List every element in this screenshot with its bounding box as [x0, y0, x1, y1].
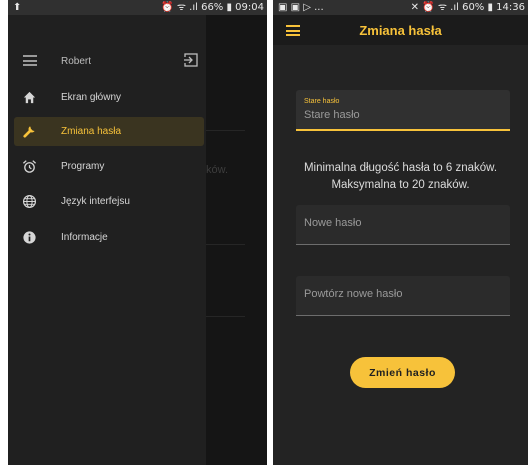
left-screen: ⬆ ⏰ ᯤ .ıl 66% ▮ 09:04 ków. Robert Ekran …: [8, 0, 267, 465]
repeat-password-input[interactable]: [304, 288, 499, 300]
drawer-item-home[interactable]: Ekran główny: [14, 83, 204, 112]
navigation-drawer: Robert Ekran główny Zmiana hasła Program…: [8, 15, 206, 465]
old-password-input[interactable]: [304, 109, 499, 121]
status-bar: ⬆ ⏰ ᯤ .ıl 66% ▮ 09:04: [8, 0, 267, 15]
user-name: Robert: [61, 56, 92, 67]
new-password-input[interactable]: [304, 217, 499, 229]
status-right: ✕ ⏰ ᯤ .ıl 60% ▮ 14:36: [410, 2, 525, 13]
drawer-item-label: Programy: [61, 161, 105, 172]
hint-line-max: Maksymalna to 20 znaków.: [331, 179, 470, 191]
change-password-button[interactable]: Zmień hasło: [350, 357, 455, 388]
dimmed-text: ków.: [206, 164, 229, 176]
status-right: ⏰ ᯤ .ıl 66% ▮ 09:04: [161, 2, 264, 13]
status-left: ▣ ▣ ▷ ...: [278, 2, 324, 13]
drawer-item-label: Język interfejsu: [61, 196, 130, 207]
page-title: Zmiana hasła: [359, 23, 442, 38]
home-icon: [23, 91, 36, 104]
drawer-item-programs[interactable]: Programy: [14, 152, 204, 181]
globe-icon: [22, 194, 37, 209]
status-left: ⬆: [13, 2, 22, 13]
drawer-item-label: Informacje: [61, 232, 108, 243]
drawer-item-label: Ekran główny: [61, 92, 122, 103]
old-password-field[interactable]: Stare hasło: [296, 90, 510, 131]
divider: [204, 316, 245, 317]
drawer-item-language[interactable]: Język interfejsu: [14, 187, 204, 216]
new-password-field[interactable]: [296, 205, 510, 245]
drawer-item-info[interactable]: Informacje: [14, 223, 204, 252]
divider: [204, 244, 245, 245]
menu-icon[interactable]: [23, 55, 37, 66]
alarm-clock-icon: [22, 160, 37, 173]
password-hint: Minimalna długość hasła to 6 znaków. Mak…: [283, 160, 518, 194]
change-password-form: Stare hasło Minimalna długość hasła to 6…: [273, 45, 528, 465]
hint-line-min: Minimalna długość hasła to 6 znaków.: [303, 162, 498, 174]
info-icon: [23, 231, 36, 244]
repeat-password-field[interactable]: [296, 276, 510, 316]
status-bar: ▣ ▣ ▷ ... ✕ ⏰ ᯤ .ıl 60% ▮ 14:36: [273, 0, 528, 15]
right-screen: ▣ ▣ ▷ ... ✕ ⏰ ᯤ .ıl 60% ▮ 14:36 Zmiana h…: [273, 0, 528, 465]
old-password-label: Stare hasło: [304, 98, 340, 105]
divider: [204, 130, 245, 131]
wrench-icon: [23, 126, 35, 138]
drawer-item-label: Zmiana hasła: [61, 126, 122, 137]
logout-icon[interactable]: [184, 53, 198, 67]
drawer-item-change-password[interactable]: Zmiana hasła: [14, 117, 204, 146]
app-toolbar: Zmiana hasła: [273, 15, 528, 45]
